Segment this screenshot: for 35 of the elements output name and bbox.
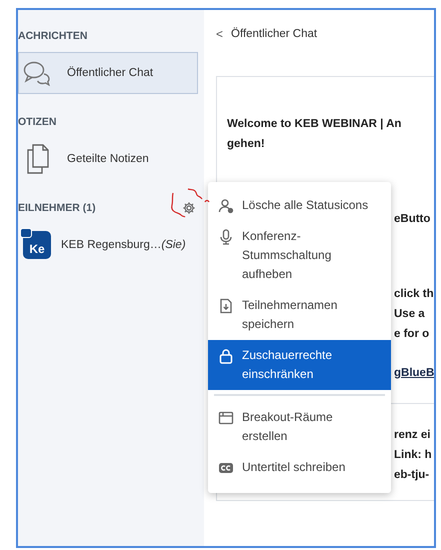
- menu-item[interactable]: Lösche alle Statusicons: [208, 190, 391, 221]
- message-line: e for o: [394, 327, 430, 342]
- person-icon: [218, 198, 234, 214]
- menu-item[interactable]: Untertitel schreiben: [208, 452, 391, 483]
- message-line: gehen!: [226, 137, 265, 152]
- message-line: eButto: [394, 212, 430, 227]
- menu-item[interactable]: Konferenz- Stummschaltung aufheben: [208, 221, 391, 290]
- window-icon: [218, 410, 234, 426]
- message-line: Link: h: [394, 448, 432, 463]
- back-button[interactable]: <: [216, 27, 224, 41]
- chat-title: Öffentlicher Chat: [231, 28, 318, 40]
- settings-icon[interactable]: [182, 201, 196, 215]
- message-line: renz ei: [394, 428, 430, 443]
- message-line: click th: [394, 287, 434, 302]
- message-line: Welcome to KEB WEBINAR | An: [226, 117, 402, 132]
- documents-icon: [27, 144, 49, 174]
- captions-icon: [218, 460, 234, 476]
- chat-item[interactable]: Öffentlicher Chat: [18, 52, 198, 94]
- chat-bubbles-icon: [23, 60, 53, 86]
- menu-item[interactable]: Zuschauerrechte einschränken: [208, 340, 391, 390]
- participant-item[interactable]: Ke KEB Regensburg…(Sie): [18, 224, 198, 266]
- message-line: eb-tju-: [394, 468, 430, 483]
- lock-icon: [218, 348, 234, 364]
- notes-item[interactable]: Geteilte Notizen: [18, 138, 198, 180]
- section-heading: EILNEHMER (1): [18, 202, 96, 214]
- menu-item[interactable]: Teilnehmernamen speichern: [208, 290, 391, 340]
- avatar: Ke: [23, 231, 51, 259]
- microphone-icon: [218, 229, 234, 245]
- download-file-icon: [218, 298, 234, 314]
- message-line: Use a: [394, 307, 425, 322]
- participant-name: KEB Regensburg…(Sie): [61, 239, 186, 251]
- section-heading: OTIZEN: [18, 116, 56, 128]
- section-heading: ACHRICHTEN: [18, 30, 88, 42]
- message-link[interactable]: gBlueB: [394, 366, 434, 381]
- menu-item[interactable]: Breakout-Räume erstellen: [208, 402, 391, 452]
